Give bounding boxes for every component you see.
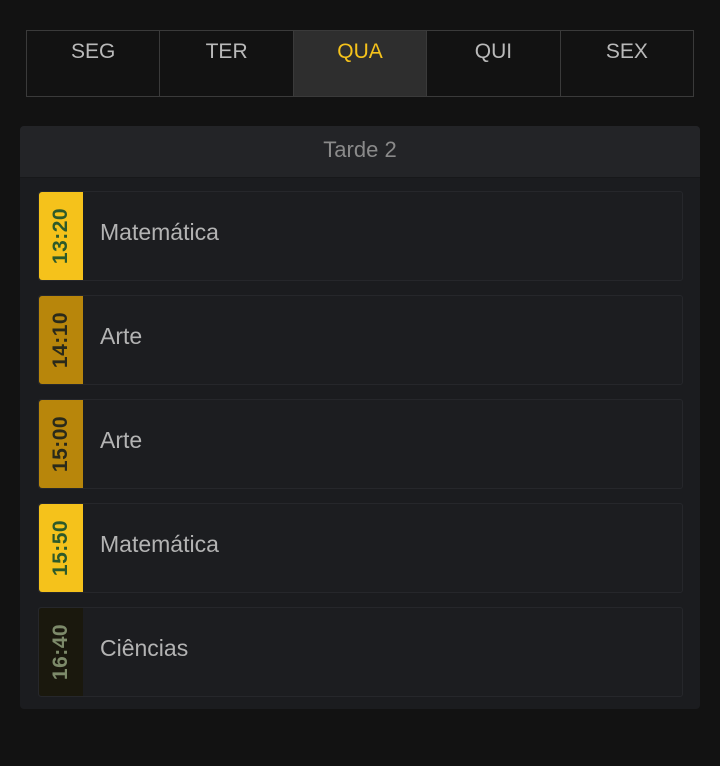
schedule-panel: Tarde 2 13:20 Matemática 14:10 Arte 15:0… — [20, 126, 700, 709]
schedule-list: 13:20 Matemática 14:10 Arte 15:00 Arte 1… — [38, 191, 683, 711]
list-item[interactable]: 15:00 Arte — [38, 399, 683, 489]
time-badge: 14:10 — [39, 296, 83, 384]
panel-title: Tarde 2 — [20, 126, 700, 178]
tab-qui[interactable]: QUI — [427, 31, 561, 96]
time-badge: 15:50 — [39, 504, 83, 592]
tab-seg[interactable]: SEG — [27, 31, 161, 96]
time-label: 14:10 — [49, 311, 72, 369]
time-label: 13:20 — [49, 207, 72, 265]
list-item[interactable]: 16:40 Ciências — [38, 607, 683, 697]
time-badge: 13:20 — [39, 192, 83, 280]
list-item[interactable]: 14:10 Arte — [38, 295, 683, 385]
time-label: 16:40 — [49, 623, 72, 681]
subject-label: Ciências — [100, 634, 189, 661]
list-item[interactable]: 15:50 Matemática — [38, 503, 683, 593]
subject-label: Arte — [100, 322, 143, 349]
time-badge: 15:00 — [39, 400, 83, 488]
time-label: 15:50 — [49, 519, 72, 577]
subject-label: Arte — [100, 426, 143, 453]
tab-qua[interactable]: QUA — [293, 31, 428, 96]
time-badge: 16:40 — [39, 608, 83, 696]
tab-sex[interactable]: SEX — [561, 31, 693, 96]
weekday-tabs: SEG TER QUA QUI SEX — [26, 30, 694, 97]
time-label: 15:00 — [49, 415, 72, 473]
tab-ter[interactable]: TER — [160, 31, 294, 96]
subject-label: Matemática — [100, 218, 219, 245]
list-item[interactable]: 13:20 Matemática — [38, 191, 683, 281]
subject-label: Matemática — [100, 530, 219, 557]
